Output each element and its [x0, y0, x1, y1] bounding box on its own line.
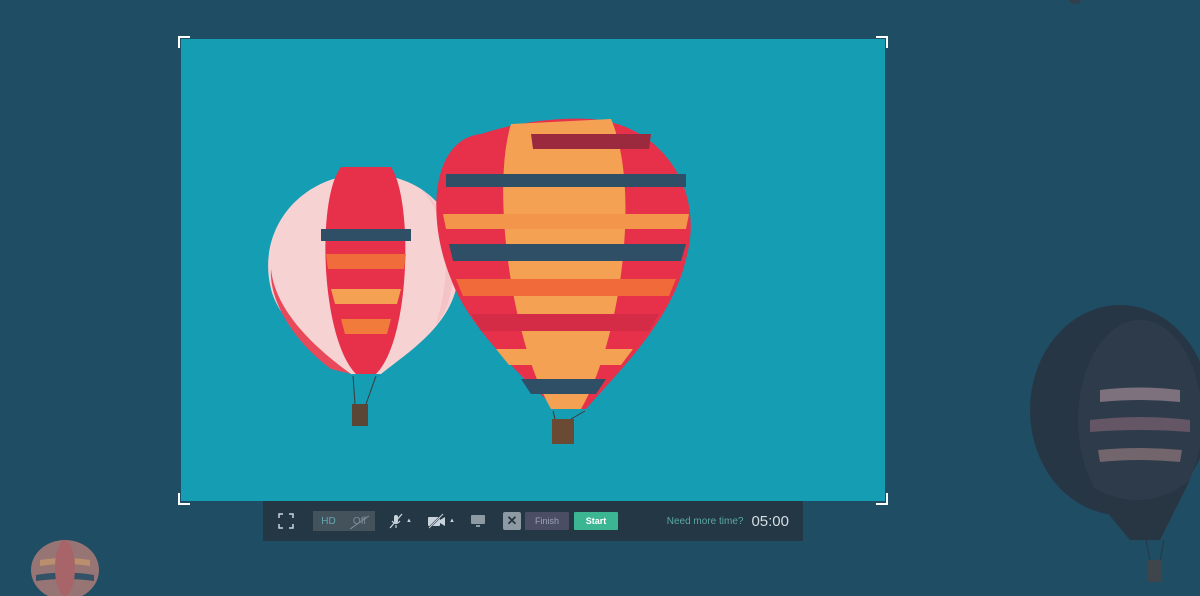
background-balloon-large — [1030, 305, 1200, 582]
camera-caret-icon[interactable]: ▲ — [449, 518, 455, 524]
camera-off-icon — [428, 513, 446, 529]
hd-option[interactable]: HD — [313, 516, 344, 527]
mic-muted-icon — [389, 513, 403, 529]
cancel-button[interactable]: ✕ — [503, 512, 521, 530]
capture-corner-bottom-left[interactable] — [178, 493, 190, 505]
capture-corner-top-right[interactable] — [876, 36, 888, 48]
capture-corner-top-left[interactable] — [178, 36, 190, 48]
microphone-button[interactable]: ▲ — [387, 510, 413, 532]
capture-corner-bottom-right[interactable] — [876, 493, 888, 505]
countdown-timer: 05:00 — [751, 512, 789, 530]
balloons-image — [268, 118, 691, 444]
fullscreen-icon — [278, 513, 294, 529]
start-button[interactable]: Start — [574, 512, 618, 530]
capture-region[interactable] — [181, 39, 885, 501]
off-option[interactable]: Off — [344, 516, 375, 527]
right-balloon — [436, 118, 691, 444]
need-more-time-link[interactable]: Need more time? — [667, 516, 744, 527]
monitor-icon — [471, 515, 485, 527]
camera-button[interactable]: ▲ — [425, 510, 457, 532]
recording-toolbar: HD Off ▲ ▲ ✕ Finish Start Need more time… — [263, 501, 803, 541]
close-icon: ✕ — [506, 513, 518, 528]
screen-button[interactable] — [467, 510, 489, 532]
background-balloon-small — [31, 540, 99, 596]
left-balloon — [268, 167, 460, 426]
mic-caret-icon[interactable]: ▲ — [406, 518, 412, 524]
hd-quality-toggle[interactable]: HD Off — [313, 511, 375, 531]
fullscreen-button[interactable] — [275, 510, 297, 532]
finish-button[interactable]: Finish — [525, 512, 569, 530]
